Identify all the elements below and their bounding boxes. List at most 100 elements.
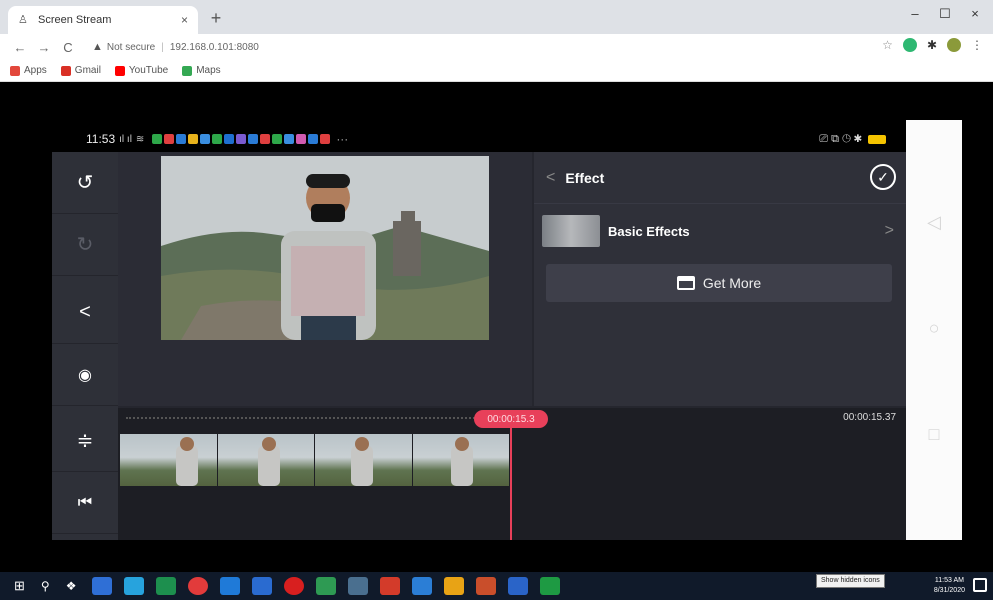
redo-icon[interactable]: ↻: [52, 214, 118, 276]
bookmarks-bar: Apps Gmail YouTube Maps: [0, 60, 993, 82]
taskbar-app-icon[interactable]: [444, 577, 465, 595]
get-more-button[interactable]: Get More: [546, 264, 892, 302]
menu-icon[interactable]: ⋮: [971, 38, 983, 52]
phone-status-bar: 11:53 ıl ıl ≋ ··· ⎚ ⧉ ◷ ✱: [52, 126, 906, 152]
effect-thumbnail: [542, 215, 600, 247]
video-editor-app: ↺ ↻ < ◉ ≑ ⏮ < Effect ✓ Basic Effects > G…: [52, 152, 906, 540]
maximize-button[interactable]: ☐: [930, 6, 960, 22]
browser-tab[interactable]: ♙ Screen Stream ×: [8, 6, 198, 34]
effect-item-basic[interactable]: Basic Effects >: [534, 204, 906, 258]
jump-to-start-icon[interactable]: ⏮: [52, 472, 118, 534]
back-icon[interactable]: ←: [8, 40, 32, 55]
taskbar-app-icon[interactable]: [156, 577, 177, 595]
bookmark-label: Maps: [196, 65, 221, 76]
address-separator: |: [161, 41, 164, 53]
settings-icon[interactable]: ◉: [52, 344, 118, 406]
reload-icon[interactable]: C: [56, 40, 80, 55]
task-view-icon[interactable]: ❖: [66, 579, 77, 593]
notification-center-icon[interactable]: [973, 578, 987, 592]
bookmark-label: YouTube: [128, 65, 169, 76]
taskbar-app-icon[interactable]: [188, 577, 209, 595]
status-time: 11:53: [86, 132, 116, 146]
taskbar-app-icon[interactable]: [380, 577, 401, 595]
address-url: 192.168.0.101:8080: [169, 41, 259, 53]
extension-icons: ☆ ✱ ⋮: [882, 38, 983, 52]
undo-icon[interactable]: ↺: [52, 152, 118, 214]
confirm-button[interactable]: ✓: [870, 164, 896, 190]
chevron-right-icon: >: [884, 222, 894, 239]
bookmark-maps[interactable]: Maps: [182, 65, 221, 76]
browser-toolbar: ← → C ▲ Not secure | 192.168.0.101:8080 …: [0, 34, 993, 60]
clip-frame: [315, 434, 413, 486]
taskbar-app-icon[interactable]: [412, 577, 433, 595]
taskbar-clock[interactable]: 11:53 AM 8/31/2020: [934, 576, 965, 596]
system-status-icons: ⎚ ⧉ ◷ ✱: [819, 132, 862, 145]
taskbar-app-icon[interactable]: [252, 577, 273, 595]
left-tool-rail: ↺ ↻ < ◉ ≑ ⏮: [52, 152, 118, 540]
search-icon[interactable]: ⚲: [41, 579, 50, 593]
split-icon[interactable]: ≑: [52, 410, 118, 472]
android-home-icon[interactable]: ○: [924, 318, 944, 338]
bookmark-youtube[interactable]: YouTube: [114, 65, 169, 76]
effect-panel-title: Effect: [565, 169, 605, 186]
clip-frame: [217, 434, 315, 486]
bookmark-apps[interactable]: Apps: [10, 65, 47, 76]
avatar[interactable]: [947, 38, 961, 52]
clip-frame: [120, 434, 218, 486]
minimize-button[interactable]: –: [900, 6, 930, 21]
preview-area: [118, 152, 532, 406]
tab-title: Screen Stream: [38, 14, 112, 26]
taskbar-app-icon[interactable]: [316, 577, 337, 595]
playhead-line[interactable]: [510, 426, 512, 540]
share-icon[interactable]: <: [52, 282, 118, 344]
taskbar-app-icon[interactable]: [92, 577, 113, 595]
forward-icon[interactable]: →: [32, 40, 56, 55]
bookmark-label: Gmail: [74, 65, 101, 76]
more-notifications-icon: ···: [336, 132, 349, 146]
get-more-label: Get More: [702, 275, 762, 291]
video-clip[interactable]: [120, 434, 510, 486]
maps-icon: [182, 65, 193, 76]
bookmark-gmail[interactable]: Gmail: [60, 65, 101, 76]
timeline-ruler: 00:00:15.3 00:00:15.37: [118, 408, 906, 430]
new-tab-button[interactable]: +: [204, 6, 228, 30]
battery-icon: [868, 134, 886, 144]
taskbar-app-icon[interactable]: [540, 577, 561, 595]
puzzle-icon[interactable]: ✱: [927, 38, 937, 52]
taskbar-app-icon[interactable]: [220, 577, 241, 595]
youtube-icon: [114, 65, 125, 76]
taskbar-app-icon[interactable]: [284, 577, 305, 595]
extension-icon[interactable]: [902, 38, 917, 52]
star-icon[interactable]: ☆: [882, 38, 893, 52]
taskbar-app-icon[interactable]: [348, 577, 369, 595]
tab-close-button[interactable]: ×: [181, 13, 188, 27]
android-back-icon[interactable]: ◁: [924, 212, 944, 232]
notification-icons: [152, 134, 331, 144]
taskbar-app-icon[interactable]: [124, 577, 145, 595]
gmail-icon: [60, 65, 71, 76]
android-recents-icon[interactable]: □: [924, 424, 944, 444]
clip-frame: [412, 434, 510, 486]
android-nav-bar: ◁ ○ □: [906, 120, 962, 540]
address-bar[interactable]: ▲ Not secure | 192.168.0.101:8080: [92, 37, 872, 57]
wifi-icon: ≋: [135, 133, 145, 145]
video-frame-image: [161, 156, 489, 340]
back-chevron-icon[interactable]: <: [546, 169, 555, 187]
total-duration: 00:00:15.37: [843, 412, 896, 423]
status-right-icons: ⎚ ⧉ ◷ ✱: [819, 133, 886, 146]
taskbar-app-icon[interactable]: [508, 577, 529, 595]
warning-icon: ▲: [92, 41, 103, 53]
browser-tab-bar: ♙ Screen Stream × + – ☐ ×: [0, 0, 993, 34]
video-preview[interactable]: [161, 156, 489, 340]
bookmark-label: Apps: [24, 65, 47, 76]
effect-panel: < Effect ✓ Basic Effects > Get More: [534, 152, 906, 406]
ruler-ticks: [126, 417, 486, 419]
windows-start-icon[interactable]: ⊞: [14, 578, 25, 594]
taskbar-app-icon[interactable]: [476, 577, 497, 595]
store-icon: [676, 276, 695, 290]
person-icon: ♙: [18, 14, 28, 26]
timeline[interactable]: 00:00:15.3 00:00:15.37: [118, 408, 906, 540]
effect-item-label: Basic Effects: [608, 223, 690, 239]
close-window-button[interactable]: ×: [960, 6, 990, 21]
windows-taskbar: ⊞ ⚲ ❖ Show hidden icons 11:53 AM 8/31/20…: [0, 572, 993, 600]
